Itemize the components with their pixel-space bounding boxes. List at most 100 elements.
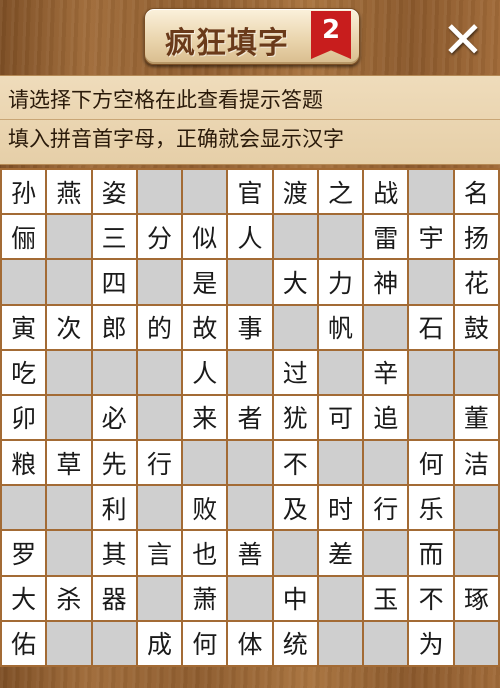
grid-cell[interactable]: 事 xyxy=(228,305,272,349)
blocked-cell xyxy=(364,621,408,665)
grid-cell[interactable]: 扬 xyxy=(454,215,498,259)
grid-cell[interactable]: 及 xyxy=(273,486,317,530)
grid-cell[interactable]: 琢 xyxy=(454,576,498,620)
grid-cell[interactable]: 败 xyxy=(183,486,227,530)
grid-cell[interactable]: 董 xyxy=(454,395,498,440)
title-plate: 疯狂填字 2 xyxy=(144,8,360,65)
grid-cell[interactable]: 犹 xyxy=(273,395,317,440)
grid-cell[interactable]: 何 xyxy=(183,621,227,665)
grid-cell[interactable]: 之 xyxy=(318,170,363,214)
grid-cell[interactable]: 成 xyxy=(137,621,182,665)
grid-cell[interactable]: 玉 xyxy=(364,576,408,620)
grid-cell[interactable]: 花 xyxy=(454,260,498,304)
grid-cell[interactable]: 者 xyxy=(228,395,272,440)
grid-cell[interactable]: 孙 xyxy=(2,170,46,214)
grid-cell[interactable]: 行 xyxy=(364,486,408,530)
grid-cell[interactable]: 大 xyxy=(2,576,46,620)
grid-cell[interactable]: 佑 xyxy=(2,621,46,665)
grid-cell[interactable]: 草 xyxy=(47,441,91,485)
grid-cell[interactable]: 宇 xyxy=(409,215,453,259)
grid-cell[interactable]: 必 xyxy=(92,395,136,440)
grid-cell[interactable]: 的 xyxy=(137,305,182,349)
grid-cell[interactable]: 时 xyxy=(318,486,363,530)
blocked-cell xyxy=(228,260,272,304)
grid-cell[interactable]: 俪 xyxy=(2,215,46,259)
grid-cell[interactable]: 吃 xyxy=(2,350,46,394)
grid-cell[interactable]: 杀 xyxy=(47,576,91,620)
grid-cell[interactable]: 统 xyxy=(273,621,317,665)
grid-cell[interactable]: 利 xyxy=(92,486,136,530)
blocked-cell xyxy=(454,486,498,530)
blocked-cell xyxy=(47,486,91,530)
hint-text-input: 填入拼音首字母，正确就会显示汉字 xyxy=(8,127,344,151)
grid-cell[interactable]: 三 xyxy=(92,215,136,259)
grid-cell[interactable]: 不 xyxy=(409,576,453,620)
grid-cell[interactable]: 为 xyxy=(409,621,453,665)
grid-cell[interactable]: 战 xyxy=(364,170,408,214)
grid-cell[interactable]: 姿 xyxy=(92,170,136,214)
grid-cell[interactable]: 分 xyxy=(137,215,182,259)
grid-cell[interactable]: 追 xyxy=(364,395,408,440)
grid-cell[interactable]: 行 xyxy=(137,441,182,485)
blocked-cell xyxy=(228,350,272,394)
grid-cell[interactable]: 先 xyxy=(92,441,136,485)
blocked-cell xyxy=(409,350,453,394)
blocked-cell xyxy=(47,215,91,259)
grid-cell[interactable]: 四 xyxy=(92,260,136,304)
grid-cell[interactable]: 粮 xyxy=(2,441,46,485)
grid-cell[interactable]: 似 xyxy=(183,215,227,259)
grid-cell[interactable]: 善 xyxy=(228,531,272,575)
blocked-cell xyxy=(137,395,182,440)
grid-cell[interactable]: 也 xyxy=(183,531,227,575)
grid-cell[interactable]: 燕 xyxy=(47,170,91,214)
grid-cell[interactable]: 次 xyxy=(47,305,91,349)
grid-cell[interactable]: 不 xyxy=(273,441,317,485)
grid-cell[interactable]: 帆 xyxy=(318,305,363,349)
grid-cell[interactable]: 辛 xyxy=(364,350,408,394)
grid-cell[interactable]: 鼓 xyxy=(454,305,498,349)
grid-cell[interactable]: 萧 xyxy=(183,576,227,620)
blocked-cell xyxy=(318,350,363,394)
grid-cell[interactable]: 洁 xyxy=(454,441,498,485)
grid-cell[interactable]: 其 xyxy=(92,531,136,575)
blocked-cell xyxy=(47,395,91,440)
grid-cell[interactable]: 差 xyxy=(318,531,363,575)
grid-cell[interactable]: 乐 xyxy=(409,486,453,530)
grid-cell[interactable]: 言 xyxy=(137,531,182,575)
grid-cell[interactable]: 而 xyxy=(409,531,453,575)
grid-cell[interactable]: 石 xyxy=(409,305,453,349)
blocked-cell xyxy=(137,260,182,304)
grid-cell[interactable]: 力 xyxy=(318,260,363,304)
top-bar: 疯狂填字 2 ✕ xyxy=(0,0,500,75)
grid-cell[interactable]: 来 xyxy=(183,395,227,440)
hint-panel: 请选择下方空格在此查看提示答题 填入拼音首字母，正确就会显示汉字 xyxy=(0,75,500,165)
blocked-cell xyxy=(364,305,408,349)
grid-cell[interactable]: 中 xyxy=(273,576,317,620)
blocked-cell xyxy=(318,215,363,259)
grid-cell[interactable]: 寅 xyxy=(2,305,46,349)
grid-cell[interactable]: 大 xyxy=(273,260,317,304)
grid-cell[interactable]: 雷 xyxy=(364,215,408,259)
grid-cell[interactable]: 名 xyxy=(454,170,498,214)
grid-cell[interactable]: 过 xyxy=(273,350,317,394)
blocked-cell xyxy=(228,441,272,485)
grid-cell[interactable]: 渡 xyxy=(273,170,317,214)
grid-cell[interactable]: 罗 xyxy=(2,531,46,575)
grid-cell[interactable]: 人 xyxy=(183,350,227,394)
blocked-cell xyxy=(318,576,363,620)
level-number: 2 xyxy=(321,15,341,45)
grid-cell[interactable]: 器 xyxy=(92,576,136,620)
grid-cell[interactable]: 官 xyxy=(228,170,272,214)
blocked-cell xyxy=(92,350,136,394)
grid-cell[interactable]: 何 xyxy=(409,441,453,485)
grid-cell[interactable]: 郎 xyxy=(92,305,136,349)
grid-cell[interactable]: 神 xyxy=(364,260,408,304)
grid-cell[interactable]: 故 xyxy=(183,305,227,349)
grid-cell[interactable]: 体 xyxy=(228,621,272,665)
grid-cell[interactable]: 是 xyxy=(183,260,227,304)
grid-cell[interactable]: 可 xyxy=(318,395,363,440)
grid-cell[interactable]: 人 xyxy=(228,215,272,259)
blocked-cell xyxy=(137,576,182,620)
close-button[interactable]: ✕ xyxy=(438,15,488,65)
grid-cell[interactable]: 卯 xyxy=(2,395,46,440)
